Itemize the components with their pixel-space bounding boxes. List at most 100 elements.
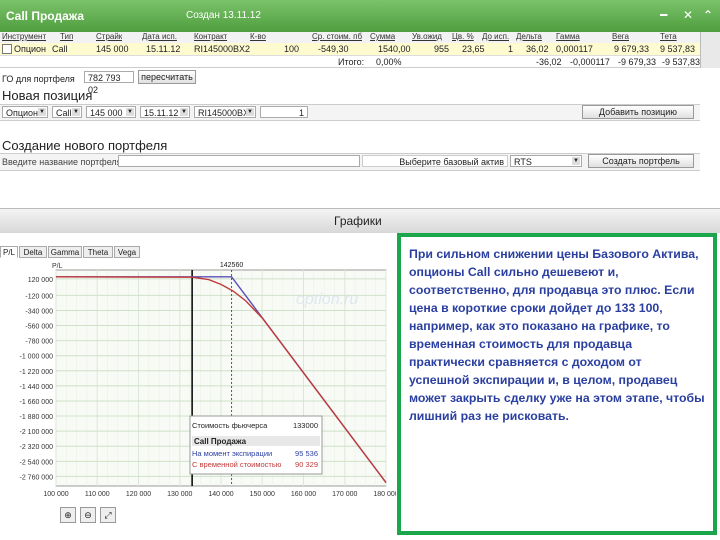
y-tick-label: -1 440 000 xyxy=(20,384,54,391)
window-title: Call Продажа xyxy=(6,9,85,23)
tab-delta[interactable]: Delta xyxy=(19,246,47,258)
futures-price-value: 133000 xyxy=(293,421,318,430)
zoom-out-icon[interactable]: ⊖ xyxy=(80,507,96,523)
contract-select[interactable]: RI145000BX2 ▼ xyxy=(194,106,256,118)
column-header[interactable]: Цв. % xyxy=(452,32,474,41)
y-tick-label: -2 320 000 xyxy=(20,444,54,451)
table-cell: 15.11.12 xyxy=(146,44,181,54)
create-portfolio-button[interactable]: Создать портфель xyxy=(588,154,694,168)
expiry-value: 15.11.12 xyxy=(144,108,179,118)
x-tick-label: 110 000 xyxy=(85,491,110,498)
chevron-down-icon: ▼ xyxy=(126,108,134,116)
zoom-reset-icon[interactable]: ⤢ xyxy=(100,507,116,523)
base-asset-value: RTS xyxy=(514,157,532,167)
portfolio-margin-value: 782 793 02 xyxy=(84,71,134,95)
column-header[interactable]: Вега xyxy=(612,32,629,41)
tab-pl[interactable]: P/L xyxy=(0,246,18,258)
table-cell: 23,65 xyxy=(462,44,485,54)
new-position-row: Опцион ▼ Call ▼ 145 000 ▼ 15.11.12 ▼ RI14500… xyxy=(0,104,700,121)
type-select[interactable]: Call ▼ xyxy=(52,106,82,118)
total-cell: -9 679,33 xyxy=(618,57,657,67)
expiry-label: На момент экспирации xyxy=(192,449,272,458)
total-cell: -9 537,83 xyxy=(662,57,701,67)
time-value-label: С временной стоимостью xyxy=(192,460,282,469)
charts-header: Графики xyxy=(0,208,720,233)
tab-vega[interactable]: Vega xyxy=(114,246,140,258)
minimize-icon[interactable]: ━ xyxy=(660,8,667,22)
add-position-button[interactable]: Добавить позицию xyxy=(582,105,694,119)
futures-price-label: Стоимость фьючерса xyxy=(192,421,268,430)
table-cell: 0,000117 xyxy=(556,44,593,54)
column-header[interactable]: Ув.ожид xyxy=(412,32,442,41)
column-header[interactable]: Тип xyxy=(60,32,73,41)
column-header[interactable]: Гамма xyxy=(556,32,580,41)
totals-label: Итого: xyxy=(338,57,365,67)
column-header[interactable]: К-во xyxy=(250,32,266,41)
tab-theta[interactable]: Theta xyxy=(83,246,113,258)
column-header[interactable]: Дата исп. xyxy=(142,32,177,41)
column-header[interactable]: Ср. стоим. пб xyxy=(312,32,362,41)
column-header[interactable]: Тета xyxy=(660,32,677,41)
chevron-up-icon[interactable]: ⌃ xyxy=(703,8,713,22)
time-value-value: 90 329 xyxy=(295,460,318,469)
total-cell: -36,02 xyxy=(536,57,562,67)
expiry-select[interactable]: 15.11.12 ▼ xyxy=(140,106,190,118)
y-tick-label: -120 000 xyxy=(25,293,53,300)
quantity-input[interactable]: 1 xyxy=(260,106,308,118)
table-cell: RI145000BX2 xyxy=(194,44,251,54)
note-text: При сильном снижении цены Базового Актив… xyxy=(409,247,705,423)
table-scrollbar[interactable] xyxy=(700,32,720,68)
y-tick-label: -2 760 000 xyxy=(20,474,54,481)
y-tick-label: -1 660 000 xyxy=(20,399,54,406)
chevron-down-icon: ▼ xyxy=(180,108,188,116)
column-header[interactable]: Сумма xyxy=(370,32,395,41)
portfolio-name-input[interactable] xyxy=(118,155,360,167)
y-tick-label: -560 000 xyxy=(25,324,53,331)
new-portfolio-title: Создание нового портфеля xyxy=(2,138,168,153)
table-cell: 9 537,83 xyxy=(660,44,696,54)
charts-title: Графики xyxy=(334,214,382,228)
base-asset-select[interactable]: RTS ▼ xyxy=(510,155,582,167)
x-tick-label: 160 000 xyxy=(291,491,316,498)
table-cell: Опцион xyxy=(14,44,47,54)
type-value: Call xyxy=(56,108,72,118)
column-header[interactable]: Дельта xyxy=(516,32,542,41)
base-asset-label: Выберите базовый актив xyxy=(362,155,508,167)
table-cell: 1540,00 xyxy=(378,44,411,54)
column-header[interactable]: Контракт xyxy=(194,32,227,41)
info-header: Call Продажа xyxy=(194,437,247,446)
chevron-down-icon: ▼ xyxy=(72,108,80,116)
table-cell: Call xyxy=(52,44,68,54)
portfolio-margin-label: ГО для портфеля xyxy=(2,74,75,84)
x-tick-label: 170 000 xyxy=(332,491,357,498)
strike-label: 142560 xyxy=(220,262,243,269)
tab-gamma[interactable]: Gamma xyxy=(48,246,82,258)
totals-row: Итого: 0,00% -36,02 -0,000117 -9 679,33 -9 5… xyxy=(0,56,700,68)
y-tick-label: -1 000 000 xyxy=(20,354,54,361)
table-row[interactable]: Опцион Call 145 000 15.11.12 RI145000BX2 100 -… xyxy=(0,43,700,56)
x-tick-label: 140 000 xyxy=(208,491,233,498)
recalculate-button[interactable]: пересчитать xyxy=(138,70,196,84)
column-header[interactable]: До исп. xyxy=(482,32,509,41)
new-position-title: Новая позиция xyxy=(2,88,93,103)
column-header[interactable]: Инструмент xyxy=(2,32,46,41)
row-checkbox[interactable] xyxy=(2,44,12,54)
y-tick-label: -1 880 000 xyxy=(20,414,54,421)
total-cell: 0,00% xyxy=(376,57,402,67)
portfolio-name-label: Введите название портфеля xyxy=(2,157,122,167)
instrument-select[interactable]: Опцион ▼ xyxy=(2,106,48,118)
y-tick-label: -780 000 xyxy=(25,339,53,346)
zoom-in-icon[interactable]: ⊕ xyxy=(60,507,76,523)
table-cell: 100 xyxy=(284,44,300,54)
close-icon[interactable]: ✕ xyxy=(683,8,693,22)
table-cell: 1 xyxy=(508,44,514,54)
column-header[interactable]: Страйк xyxy=(96,32,122,41)
table-cell: -549,30 xyxy=(318,44,349,54)
strike-value: 145 000 xyxy=(90,108,123,118)
instrument-value: Опцион xyxy=(6,108,39,118)
explanation-note: При сильном снижении цены Базового Актив… xyxy=(397,233,717,535)
y-tick-label: -340 000 xyxy=(25,308,53,315)
x-tick-label: 100 000 xyxy=(43,491,68,498)
table-cell: 9 679,33 xyxy=(614,44,650,54)
strike-select[interactable]: 145 000 ▼ xyxy=(86,106,136,118)
